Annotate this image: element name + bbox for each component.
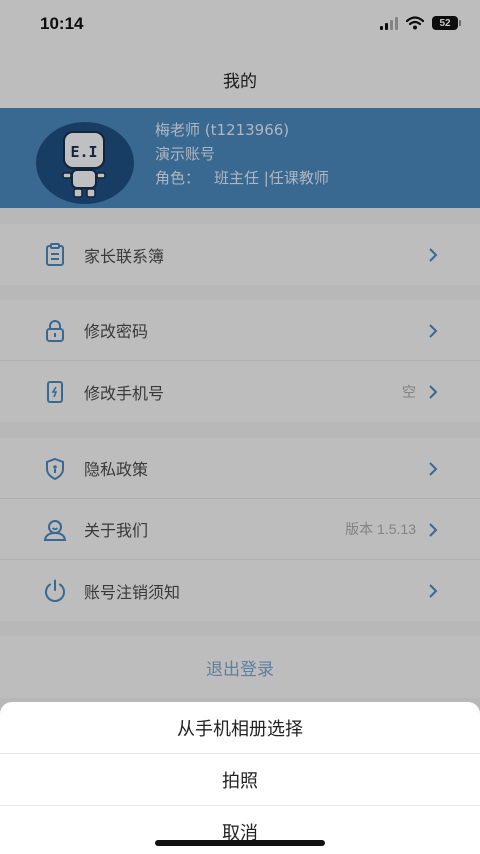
home-indicator [155, 840, 325, 846]
choose-from-album-button[interactable]: 从手机相册选择 [0, 702, 480, 754]
cancel-button[interactable]: 取消 [0, 806, 480, 854]
action-sheet: 从手机相册选择 拍照 取消 [0, 702, 480, 854]
take-photo-button[interactable]: 拍照 [0, 754, 480, 806]
